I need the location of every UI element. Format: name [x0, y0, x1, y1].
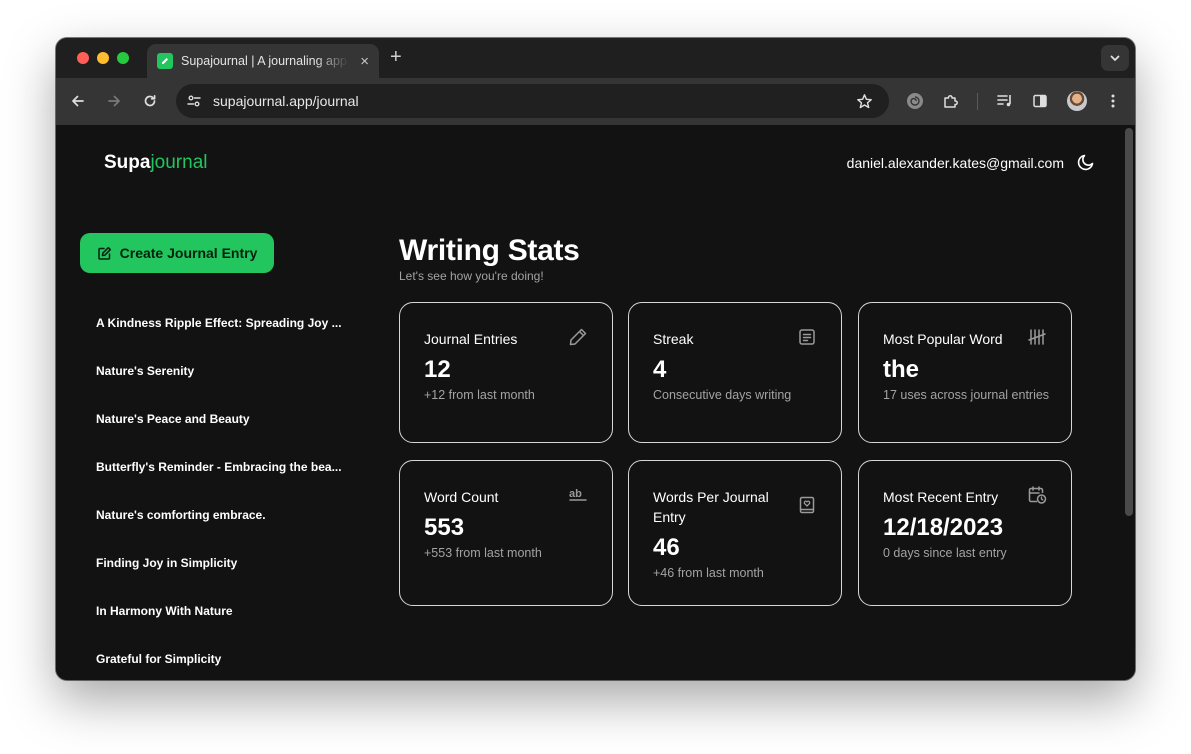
stat-card-value: 12 — [424, 356, 451, 383]
journal-entry-item[interactable]: Nature's Peace and Beauty — [96, 412, 356, 460]
tally-icon — [1027, 327, 1047, 347]
notepad-icon — [797, 327, 817, 347]
spiral-extension-icon — [907, 93, 923, 109]
stat-card-value: 46 — [653, 534, 680, 561]
stat-card-title: Word Count — [424, 489, 499, 505]
bookmark-star-button[interactable] — [855, 92, 873, 110]
book-heart-icon — [797, 495, 817, 515]
tab-title: Supajournal | A journaling app — [181, 54, 347, 68]
address-bar[interactable]: supajournal.app/journal — [176, 84, 889, 118]
stat-card-journal-entries: Journal Entries 12 +12 from last month — [399, 302, 613, 443]
stat-card-most-popular-word: Most Popular Word the 17 uses across jou… — [858, 302, 1072, 443]
stat-card-most-recent-entry: Most Recent Entry 12/18/2023 0 days sinc… — [858, 460, 1072, 606]
journal-entry-list: A Kindness Ripple Effect: Spreading Joy … — [96, 316, 356, 680]
url-path: /journal — [312, 93, 359, 109]
stat-card-title: Streak — [653, 331, 694, 347]
stat-card-value: 553 — [424, 514, 465, 541]
supajournal-favicon-icon — [157, 53, 173, 69]
extension-button[interactable] — [906, 92, 924, 110]
create-journal-entry-button[interactable]: Create Journal Entry — [80, 233, 274, 273]
calendar-clock-icon — [1027, 485, 1047, 505]
stat-card-note: +12 from last month — [424, 388, 535, 402]
media-control-button[interactable] — [996, 92, 1014, 110]
browser-menu-button[interactable] — [1104, 92, 1122, 110]
stat-card-value: 12/18/2023 — [883, 514, 1004, 541]
stat-card-word-count: Word Count ab 553 +553 from last month — [399, 460, 613, 606]
puzzle-icon — [944, 95, 958, 108]
brand-suffix: journal — [150, 152, 208, 173]
tab-strip: Supajournal | A journaling app × + — [56, 38, 1135, 78]
stat-card-title: Most Popular Word — [883, 331, 1003, 347]
create-journal-entry-label: Create Journal Entry — [119, 245, 258, 261]
new-tab-button[interactable]: + — [390, 47, 402, 67]
extensions-menu-button[interactable] — [942, 92, 960, 110]
tab-search-button[interactable] — [1101, 45, 1129, 71]
arrow-right-icon — [108, 95, 120, 107]
stat-card-note: +46 from last month — [653, 566, 764, 580]
stat-card-streak: Streak 4 Consecutive days writing — [628, 302, 842, 443]
chevron-down-icon — [1110, 55, 1120, 61]
theme-toggle-button[interactable] — [1077, 153, 1095, 171]
reload-button[interactable] — [141, 92, 159, 110]
page-scrollbar[interactable] — [1125, 128, 1133, 516]
brand-prefix: Supa — [104, 152, 151, 173]
journal-entry-item[interactable]: Nature's comforting embrace. — [96, 508, 356, 556]
minimize-window-button[interactable] — [97, 52, 109, 64]
arrow-left-icon — [72, 95, 84, 107]
back-button[interactable] — [69, 92, 87, 110]
playlist-icon — [997, 95, 1011, 107]
stat-card-note: 0 days since last entry — [883, 546, 1007, 560]
stat-card-note: Consecutive days writing — [653, 388, 792, 402]
maximize-window-button[interactable] — [117, 52, 129, 64]
forward-button[interactable] — [105, 92, 123, 110]
toolbar-separator — [977, 93, 978, 110]
journal-entry-item[interactable]: Nature's Serenity — [96, 364, 356, 412]
browser-window: Supajournal | A journaling app × + supaj… — [56, 38, 1135, 680]
stat-card-title: Most Recent Entry — [883, 489, 999, 505]
pencil-icon — [568, 327, 588, 347]
page-title: Writing Stats — [399, 234, 580, 267]
more-vertical-icon — [1111, 94, 1115, 108]
page-subtitle: Let's see how you're doing! — [399, 269, 544, 283]
site-info-icon[interactable] — [185, 92, 203, 110]
browser-tab[interactable]: Supajournal | A journaling app × — [147, 44, 379, 78]
moon-icon — [1077, 154, 1094, 171]
stat-card-note: +553 from last month — [424, 546, 542, 560]
stat-card-title: Journal Entries — [424, 331, 518, 347]
stat-card-value: the — [883, 356, 919, 383]
stat-card-value: 4 — [653, 356, 667, 383]
user-email[interactable]: daniel.alexander.kates@gmail.com — [847, 155, 1064, 171]
url-text: supajournal.app/journal — [213, 93, 359, 109]
side-panel-icon — [1033, 94, 1047, 108]
journal-entry-item[interactable]: A Kindness Ripple Effect: Spreading Joy … — [96, 316, 356, 364]
star-icon — [856, 93, 872, 108]
url-host: supajournal.app — [213, 93, 313, 109]
stat-card-words-per-entry: Words Per Journal Entry 46 +46 from last… — [628, 460, 842, 606]
reload-icon — [144, 94, 156, 107]
text-ab-icon: ab — [568, 485, 588, 505]
stat-card-note: 17 uses across journal entries — [883, 388, 1050, 402]
page-viewport: Supajournal daniel.alexander.kates@gmail… — [56, 125, 1135, 680]
tab-close-button[interactable]: × — [360, 54, 369, 69]
side-panel-button[interactable] — [1031, 92, 1049, 110]
journal-entry-item[interactable]: Finding Joy in Simplicity — [96, 556, 356, 604]
browser-toolbar: supajournal.app/journal — [56, 78, 1135, 125]
journal-entry-item[interactable]: In Harmony With Nature — [96, 604, 356, 652]
svg-text:ab: ab — [569, 488, 582, 500]
close-window-button[interactable] — [77, 52, 89, 64]
profile-avatar[interactable] — [1067, 91, 1087, 111]
journal-entry-item[interactable]: Grateful for Simplicity — [96, 652, 356, 680]
edit-square-icon — [97, 246, 111, 260]
stat-card-title: Words Per Journal Entry — [653, 489, 769, 525]
journal-entry-item[interactable]: Butterfly's Reminder - Embracing the bea… — [96, 460, 356, 508]
brand-logo[interactable]: Supajournal — [104, 152, 208, 174]
